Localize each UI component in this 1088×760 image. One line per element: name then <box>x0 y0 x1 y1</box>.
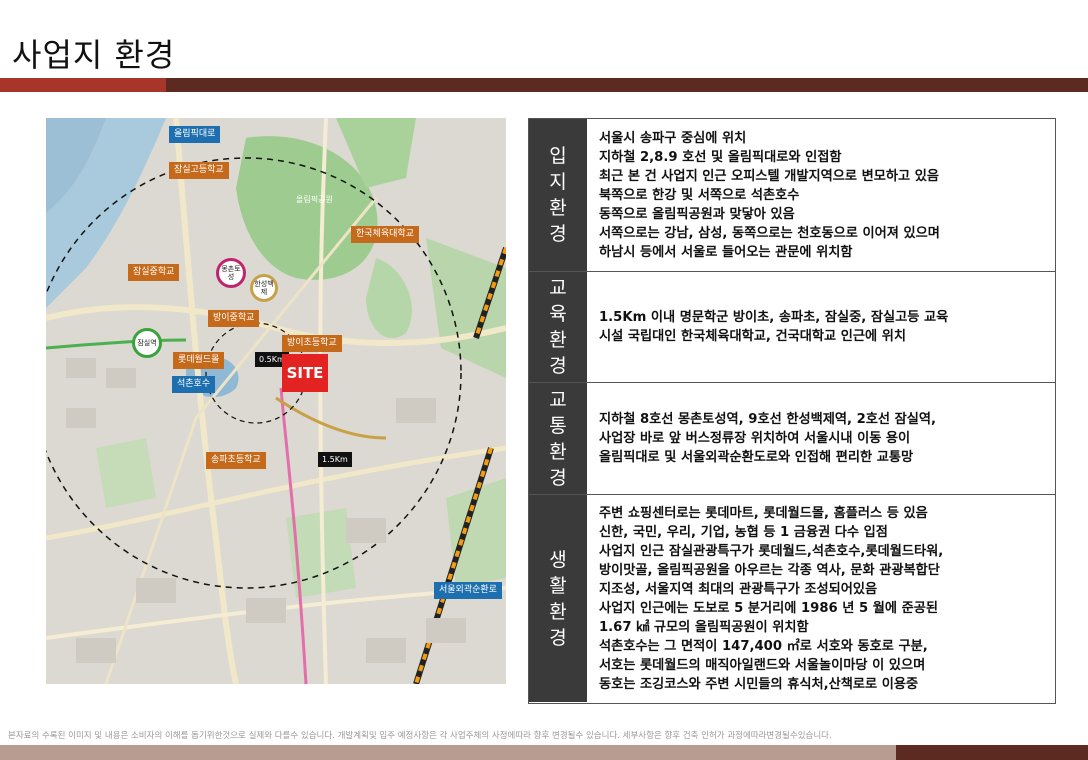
map-label-jamsil-middle: 잠실중학교 <box>128 264 180 281</box>
row-line: 최근 본 건 사업지 인근 오피스텔 개발지역으로 변모하고 있음 <box>599 168 940 184</box>
row-line: 서쪽으로는 강남, 삼성, 동쪽으로는 천호동으로 이어져 있으며 <box>599 225 940 241</box>
row-line: 올림픽대로 및 서울외곽순환도로와 인접해 편리한 교통망 <box>599 450 914 465</box>
row-header: 교육환경 <box>529 272 587 382</box>
map-label-seokchon-lake: 석촌호수 <box>172 376 216 393</box>
row-line: 1.5Km 이내 명문학군 방이초, 송파초, 잠실중, 잠실고등 교육 <box>599 310 949 325</box>
footer-accent-bar <box>896 745 1088 760</box>
map-label-songpa-elem: 송파초등학교 <box>206 452 266 469</box>
table-row-location: 입지환경 서울시 송파구 중심에 위치지하철 2,8.9 호선 및 올림픽대로와… <box>529 119 1055 272</box>
row-line: 서울시 송파구 중심에 위치 <box>599 130 747 146</box>
row-line: 지하철 2,8.9 호선 및 올림픽대로와 인접함 <box>599 149 842 165</box>
row-header: 입지환경 <box>529 119 587 271</box>
row-line: 사업지 인근에는 도보로 5 분거리에 1986 년 5 월에 준공된 <box>599 600 939 616</box>
header-bar <box>166 78 1088 92</box>
row-line: 1.67 ㎢ 규모의 올림픽공원이 위치함 <box>599 619 809 635</box>
row-line: 동호는 조깅코스와 주변 시민들의 휴식처,산책로로 이용중 <box>599 676 919 692</box>
row-line: 사업지 인근 잠실관광특구가 롯데월드,석촌호수,롯데월드타워, <box>599 543 944 559</box>
map-label-olympic-road: 올림픽대로 <box>169 126 221 143</box>
site-marker: SITE <box>282 354 328 392</box>
row-line: 신한, 국민, 우리, 기업, 농협 등 1 금융권 다수 입점 <box>599 524 888 540</box>
table-row-transport: 교통환경 지하철 8호선 몽촌토성역, 9호선 한성백제역, 2호선 잠실역, 사… <box>529 383 1055 495</box>
row-body: 주변 쇼핑센터로는 롯데마트, 롯데월드몰, 홈플러스 등 있음신한, 국민, … <box>587 495 1055 702</box>
station-mongchon-icon: 몽촌토성 <box>216 258 246 288</box>
header-accent-bar <box>0 78 166 92</box>
table-row-education: 교육환경 1.5Km 이내 명문학군 방이초, 송파초, 잠실중, 잠실고등 교… <box>529 272 1055 383</box>
map-label-outer-ring: 서울외곽순환로 <box>434 582 502 599</box>
row-line: 지하철 8호선 몽촌토성역, 9호선 한성백제역, 2호선 잠실역, <box>599 412 937 427</box>
map-label-lotte-world: 롯데월드몰 <box>173 352 225 369</box>
map-label-bangi-middle: 방이중학교 <box>208 310 260 327</box>
row-line: 서호는 롯데월드의 매직아일랜드와 서울놀이마당 이 있으며 <box>599 657 926 673</box>
footer-bar <box>0 745 896 760</box>
row-header: 생활환경 <box>529 495 587 702</box>
map-label-radius-15: 1.5Km <box>318 452 352 467</box>
map-background <box>46 118 506 684</box>
row-line: 석촌호수는 그 면적이 147,400 ㎡로 서호와 동호로 구분, <box>599 638 928 654</box>
station-hanseong-icon: 한성백제 <box>250 274 278 302</box>
row-header: 교통환경 <box>529 383 587 494</box>
map-label-olympic-park: 올림픽공원 <box>296 195 333 204</box>
row-body: 1.5Km 이내 명문학군 방이초, 송파초, 잠실중, 잠실고등 교육시설 국… <box>587 272 1055 382</box>
row-body: 지하철 8호선 몽촌토성역, 9호선 한성백제역, 2호선 잠실역, 사업장 바로… <box>587 383 1055 494</box>
row-line: 방이맛골, 올림픽공원을 아우르는 각종 역사, 문화 관광복합단 <box>599 562 940 578</box>
row-line: 동쪽으로 올림픽공원과 맞닿아 있음 <box>599 206 795 222</box>
row-line: 시설 국립대인 한국체육대학교, 건국대학교 인근에 위치 <box>599 329 907 344</box>
row-line: 북쪽으로 한강 및 서쪽으로 석촌호수 <box>599 187 800 203</box>
map-label-bangi-elem: 방이초등학교 <box>282 335 342 352</box>
map-label-korea-sports-univ: 한국체육대학교 <box>351 226 419 243</box>
row-line: 하남시 등에서 서울로 들어오는 관문에 위치함 <box>599 244 853 260</box>
map-label-jamsil-high: 잠실고등학교 <box>169 162 229 179</box>
footer-disclaimer: 본자료의 수록된 이미지 및 내용은 소비자의 이해를 돕기위한것으로 실제와 … <box>8 731 832 741</box>
row-line: 지조성, 서울지역 최대의 관광특구가 조성되어있음 <box>599 581 878 597</box>
row-line: 주변 쇼핑센터로는 롯데마트, 롯데월드몰, 홈플러스 등 있음 <box>599 505 928 521</box>
environment-table: 입지환경 서울시 송파구 중심에 위치지하철 2,8.9 호선 및 올림픽대로와… <box>528 118 1056 704</box>
row-line: 사업장 바로 앞 버스정류장 위치하여 서울시내 이동 용이 <box>599 431 911 446</box>
station-jamsil-icon: 잠실역 <box>132 328 162 358</box>
table-row-living: 생활환경 주변 쇼핑센터로는 롯데마트, 롯데월드몰, 홈플러스 등 있음신한,… <box>529 495 1055 702</box>
location-map: 올림픽대로 잠실고등학교 잠실중학교 한국체육대학교 방이중학교 방이초등학교 … <box>46 118 506 684</box>
page-title: 사업지 환경 <box>12 36 176 74</box>
row-body: 서울시 송파구 중심에 위치지하철 2,8.9 호선 및 올림픽대로와 인접함최… <box>587 119 1055 271</box>
